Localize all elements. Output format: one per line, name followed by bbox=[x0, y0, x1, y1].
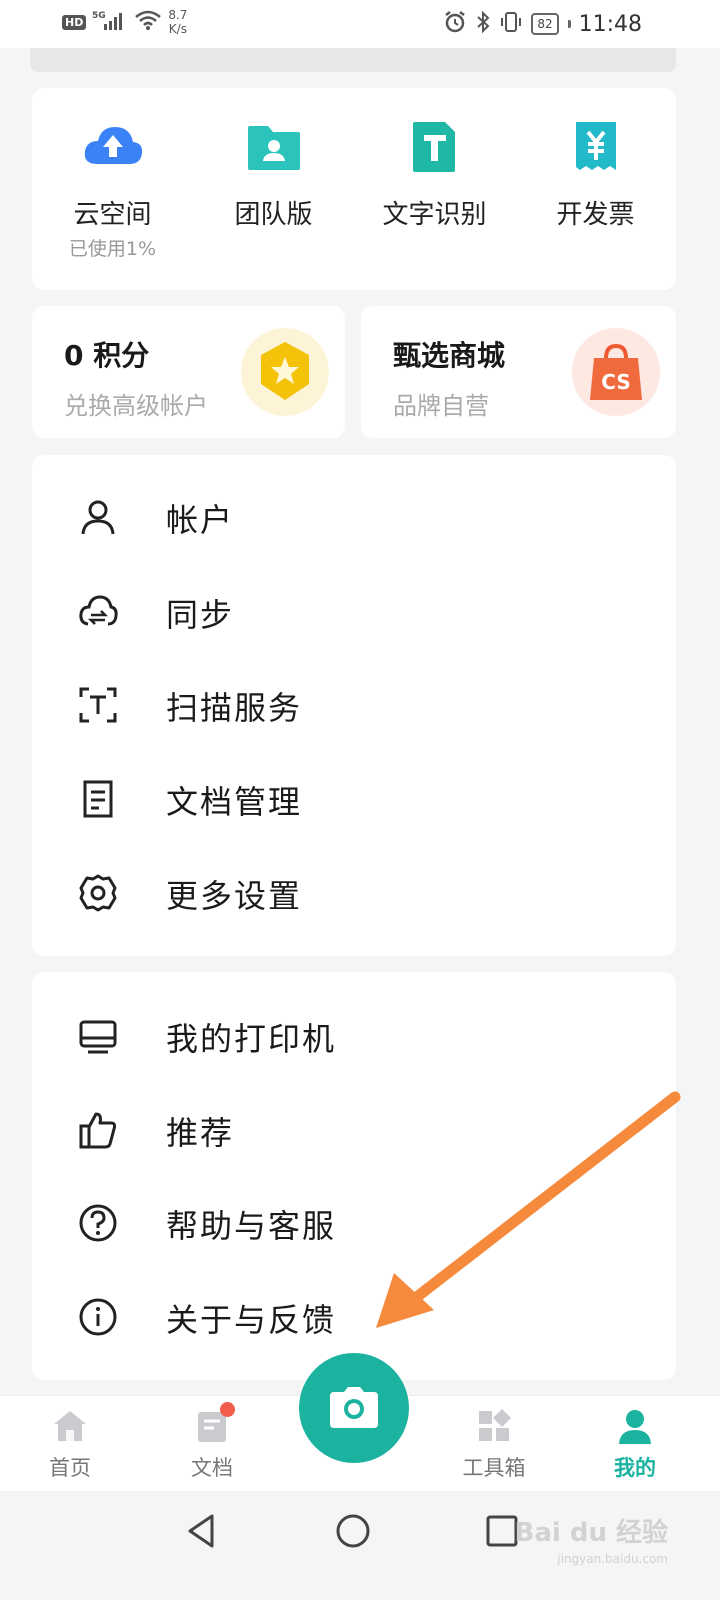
nav-profile[interactable]: 我的 bbox=[585, 1396, 685, 1492]
home-icon bbox=[54, 1411, 86, 1441]
quick-label: 开发票 bbox=[556, 200, 635, 230]
status-left: HD 5G 8.7 K/s bbox=[62, 8, 187, 36]
svg-text:CS: CS bbox=[601, 370, 630, 394]
annotation-arrow-icon bbox=[376, 1091, 681, 1328]
mall-card[interactable]: 甄选商城 品牌自营 CS bbox=[361, 306, 676, 438]
gear-icon bbox=[79, 874, 117, 912]
menu-label: 更多设置 bbox=[166, 877, 303, 915]
menu-item-more-settings[interactable]: 更多设置 bbox=[32, 853, 676, 933]
svg-text:5G: 5G bbox=[92, 11, 106, 21]
quick-cloud-space[interactable]: 云空间 已使用1% bbox=[32, 88, 193, 290]
menu-label: 推荐 bbox=[166, 1114, 235, 1152]
alarm-icon bbox=[443, 10, 467, 38]
home-circle-icon[interactable] bbox=[333, 1511, 373, 1551]
shopping-bag-icon: CS bbox=[572, 328, 660, 416]
camera-button[interactable] bbox=[299, 1353, 409, 1463]
cloud-usage: 已使用1% bbox=[68, 238, 157, 260]
battery-tip bbox=[567, 20, 571, 28]
help-icon bbox=[79, 1204, 117, 1242]
quick-label: 团队版 bbox=[234, 200, 313, 230]
user-icon bbox=[81, 500, 115, 535]
quick-tools-card: 云空间 已使用1% 团队版 文字识别 开发票 bbox=[32, 88, 676, 290]
status-bar: HD 5G 8.7 K/s 82 11:48 bbox=[0, 0, 720, 48]
hd-badge: HD bbox=[62, 14, 87, 30]
menu-item-scan-service[interactable]: 扫描服务 bbox=[32, 665, 676, 745]
nav-label: 首页 bbox=[49, 1456, 91, 1480]
menu-label: 文档管理 bbox=[166, 783, 303, 821]
header-strip bbox=[30, 48, 676, 72]
menu-label: 扫描服务 bbox=[166, 689, 303, 727]
scan-text-icon bbox=[79, 687, 117, 723]
nav-home[interactable]: 首页 bbox=[20, 1396, 120, 1492]
toolbox-icon bbox=[479, 1409, 511, 1441]
points-title: 0 积分 bbox=[64, 339, 150, 372]
cellular-signal-icon: 5G bbox=[92, 9, 128, 35]
quick-text-recognition[interactable]: 文字识别 bbox=[354, 88, 515, 290]
cloud-sync-icon bbox=[79, 595, 118, 626]
bluetooth-icon bbox=[475, 10, 491, 38]
watermark: Bai du 经验 bbox=[514, 1518, 669, 1548]
menu-label: 帐户 bbox=[166, 501, 235, 539]
menu-item-account[interactable]: 帐户 bbox=[32, 477, 676, 557]
points-subtitle: 兑换高级帐户 bbox=[64, 392, 208, 420]
quick-label: 云空间 bbox=[73, 200, 152, 230]
menu-item-document-management[interactable]: 文档管理 bbox=[32, 759, 676, 839]
menu-item-sync[interactable]: 同步 bbox=[32, 572, 676, 652]
points-star-icon bbox=[241, 328, 329, 416]
thumbs-up-icon bbox=[79, 1112, 117, 1149]
quick-label: 文字识别 bbox=[382, 200, 487, 230]
menu-label: 同步 bbox=[166, 596, 235, 634]
notification-dot bbox=[220, 1402, 235, 1417]
nav-label: 工具箱 bbox=[462, 1456, 526, 1480]
status-right: 82 11:48 bbox=[443, 10, 642, 38]
quick-invoice[interactable]: 开发票 bbox=[515, 88, 676, 290]
menu-label: 帮助与客服 bbox=[166, 1207, 337, 1245]
text-recognition-icon bbox=[412, 122, 455, 172]
vibrate-icon bbox=[499, 10, 523, 38]
mall-title: 甄选商城 bbox=[393, 339, 506, 372]
back-icon[interactable] bbox=[182, 1511, 222, 1551]
document-icon bbox=[83, 780, 113, 818]
watermark-url: jingyan.baidu.com bbox=[557, 1552, 668, 1566]
network-speed: 8.7 K/s bbox=[168, 8, 187, 36]
printer-icon bbox=[79, 1020, 117, 1054]
menu-item-my-printer[interactable]: 我的打印机 bbox=[32, 996, 676, 1076]
clock: 11:48 bbox=[578, 11, 642, 37]
mall-subtitle: 品牌自营 bbox=[393, 392, 489, 420]
speed-unit: K/s bbox=[168, 22, 187, 36]
points-card[interactable]: 0 积分 兑换高级帐户 bbox=[32, 306, 345, 438]
info-icon bbox=[79, 1298, 117, 1336]
nav-label: 文档 bbox=[191, 1456, 233, 1480]
nav-toolbox[interactable]: 工具箱 bbox=[444, 1396, 544, 1492]
wifi-icon bbox=[134, 9, 162, 35]
profile-icon bbox=[619, 1410, 651, 1444]
battery-level: 82 bbox=[537, 17, 553, 31]
camera-icon bbox=[330, 1387, 378, 1428]
team-folder-icon bbox=[247, 126, 300, 170]
quick-team-edition[interactable]: 团队版 bbox=[193, 88, 354, 290]
cloud-upload-icon bbox=[84, 127, 142, 164]
nav-label: 我的 bbox=[614, 1456, 656, 1480]
invoice-icon bbox=[575, 122, 616, 170]
battery-indicator: 82 bbox=[531, 13, 559, 35]
menu-label: 我的打印机 bbox=[166, 1020, 337, 1058]
menu-label: 关于与反馈 bbox=[166, 1301, 337, 1339]
nav-documents[interactable]: 文档 bbox=[162, 1396, 262, 1492]
menu-group-primary: 帐户 同步 扫描服务 文档管理 更多设置 bbox=[32, 455, 676, 956]
speed-value: 8.7 bbox=[168, 8, 188, 22]
